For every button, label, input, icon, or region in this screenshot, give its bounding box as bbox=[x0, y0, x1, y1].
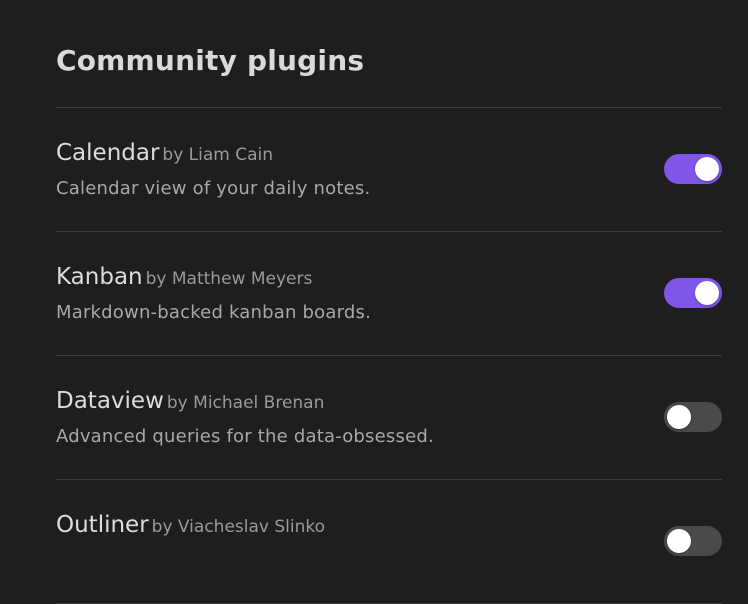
toggle-knob bbox=[667, 529, 691, 553]
plugin-name: Outliner bbox=[56, 512, 149, 538]
toggle-knob bbox=[695, 281, 719, 305]
plugin-description: Calendar view of your daily notes. bbox=[56, 178, 371, 199]
calendar-toggle[interactable] bbox=[664, 154, 722, 184]
plugin-info: Outliner by Viacheslav Slinko bbox=[56, 510, 636, 550]
plugin-name: Kanban bbox=[56, 264, 143, 290]
plugin-title-line: Outliner by Viacheslav Slinko bbox=[56, 510, 636, 542]
outliner-toggle[interactable] bbox=[664, 526, 722, 556]
plugin-author: by Michael Brenan bbox=[166, 393, 325, 413]
toggle-knob bbox=[695, 157, 719, 181]
page-title: Community plugins bbox=[56, 44, 365, 77]
plugin-row-kanban: Kanban by Matthew Meyers Markdown-backed … bbox=[56, 232, 722, 356]
plugin-list: Calendar by Liam Cain Calendar view of yo… bbox=[56, 108, 722, 604]
plugin-author: by Viacheslav Slinko bbox=[151, 517, 326, 537]
plugin-author: by Matthew Meyers bbox=[145, 269, 313, 289]
plugin-description: Markdown-backed kanban boards. bbox=[56, 302, 372, 323]
kanban-toggle[interactable] bbox=[664, 278, 722, 308]
plugin-title-line: Dataview by Michael Brenan bbox=[56, 386, 636, 418]
plugin-row-outliner: Outliner by Viacheslav Slinko bbox=[56, 480, 722, 604]
plugin-info: Calendar by Liam Cain Calendar view of yo… bbox=[56, 138, 636, 199]
plugin-info: Kanban by Matthew Meyers Markdown-backed … bbox=[56, 262, 636, 323]
plugin-info: Dataview by Michael Brenan Advanced queri… bbox=[56, 386, 636, 447]
plugin-author: by Liam Cain bbox=[162, 145, 274, 165]
dataview-toggle[interactable] bbox=[664, 402, 722, 432]
plugin-description: Advanced queries for the data-obsessed. bbox=[56, 426, 434, 447]
plugin-row-dataview: Dataview by Michael Brenan Advanced queri… bbox=[56, 356, 722, 480]
toggle-knob bbox=[667, 405, 691, 429]
plugin-title-line: Calendar by Liam Cain bbox=[56, 138, 636, 170]
plugin-row-calendar: Calendar by Liam Cain Calendar view of yo… bbox=[56, 108, 722, 232]
plugin-name: Dataview bbox=[56, 388, 164, 414]
plugin-title-line: Kanban by Matthew Meyers bbox=[56, 262, 636, 294]
plugin-name: Calendar bbox=[56, 140, 160, 166]
